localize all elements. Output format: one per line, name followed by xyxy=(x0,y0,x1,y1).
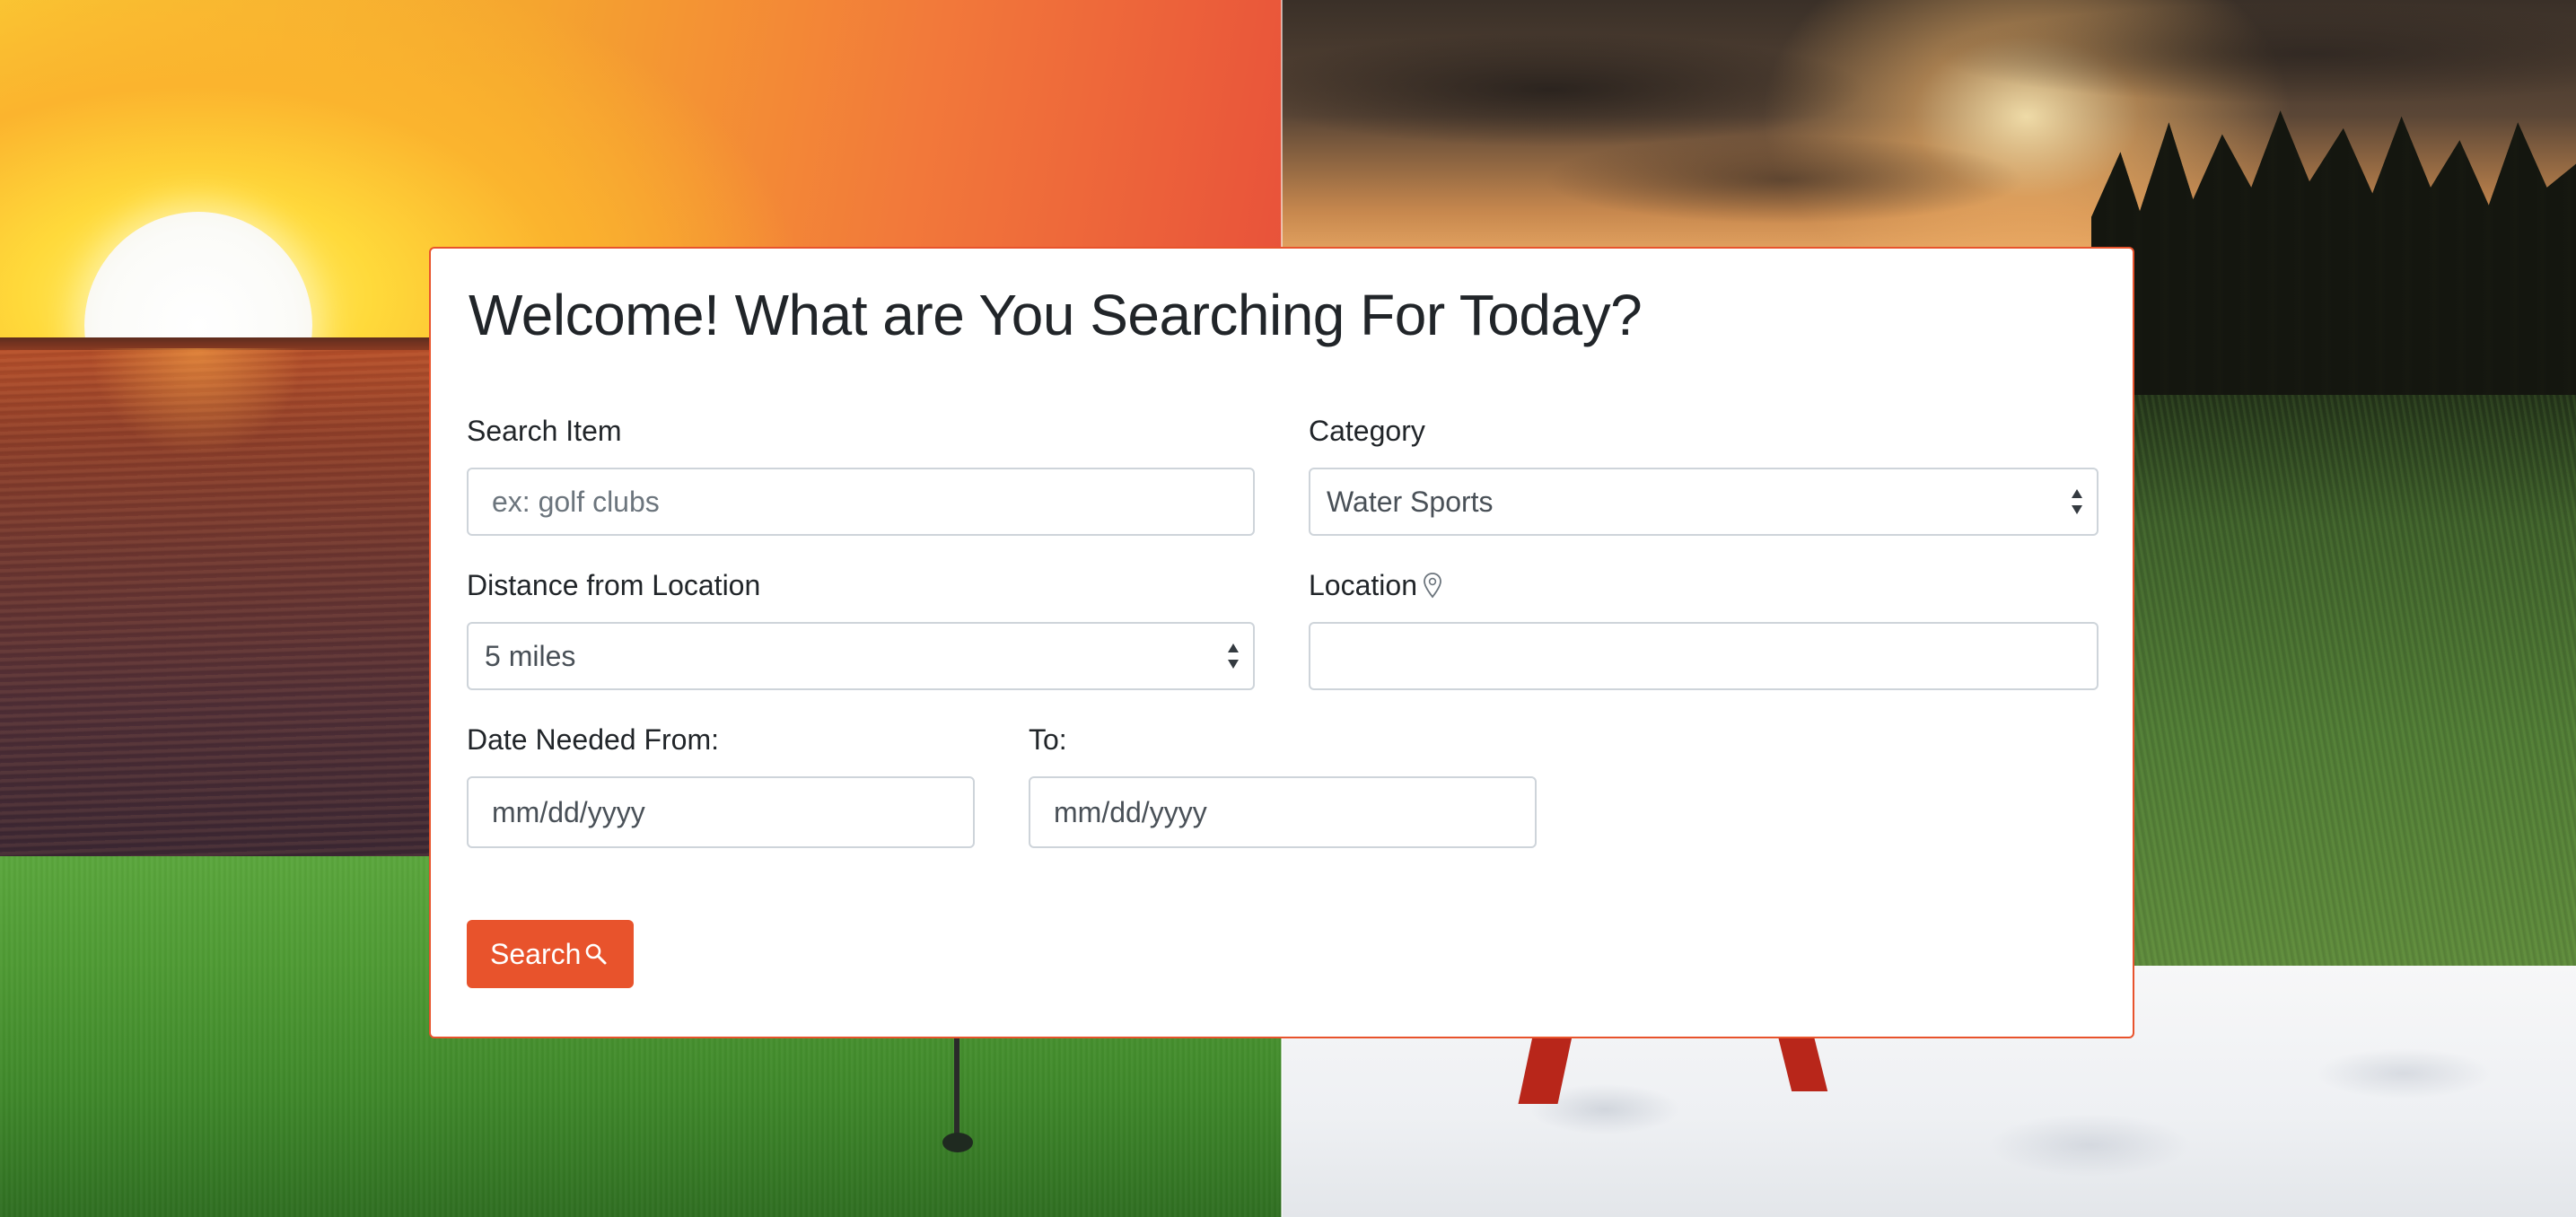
search-card: Welcome! What are You Searching For Toda… xyxy=(429,247,2134,1038)
date-from-label: Date Needed From: xyxy=(467,723,720,756)
date-to-label: To: xyxy=(1029,723,1067,756)
page-title: Welcome! What are You Searching For Toda… xyxy=(469,283,1643,347)
golf-cup xyxy=(942,1133,973,1152)
distance-label: Distance from Location xyxy=(467,569,761,601)
category-label: Category xyxy=(1309,415,1425,447)
search-button-label: Search xyxy=(490,938,582,970)
location-label-text: Location xyxy=(1309,569,1417,601)
location-label: Location xyxy=(1309,568,1442,602)
location-input[interactable] xyxy=(1309,622,2098,690)
page-root: Welcome! What are You Searching For Toda… xyxy=(0,0,2576,1217)
search-icon xyxy=(586,943,607,965)
select-arrows-icon xyxy=(1228,644,1239,669)
search-item-placeholder: ex: golf clubs xyxy=(492,486,660,518)
golf-flag-pole xyxy=(954,1032,959,1140)
map-pin-icon xyxy=(1424,572,1441,598)
distance-selected-value: 5 miles xyxy=(485,640,576,672)
date-from-input[interactable]: mm/dd/yyyy xyxy=(467,776,975,848)
select-arrows-icon xyxy=(2072,489,2082,514)
distance-select[interactable]: 5 miles xyxy=(467,622,1255,690)
date-from-placeholder: mm/dd/yyyy xyxy=(492,796,645,828)
date-to-placeholder: mm/dd/yyyy xyxy=(1054,796,1207,828)
date-to-input[interactable]: mm/dd/yyyy xyxy=(1029,776,1537,848)
search-item-label: Search Item xyxy=(467,415,622,447)
category-select[interactable]: Water Sports xyxy=(1309,468,2098,536)
search-button[interactable]: Search xyxy=(467,920,634,988)
category-selected-value: Water Sports xyxy=(1327,486,1494,518)
search-item-input[interactable]: ex: golf clubs xyxy=(467,468,1255,536)
background-sun-glint xyxy=(63,348,350,617)
sun-image xyxy=(84,212,312,350)
